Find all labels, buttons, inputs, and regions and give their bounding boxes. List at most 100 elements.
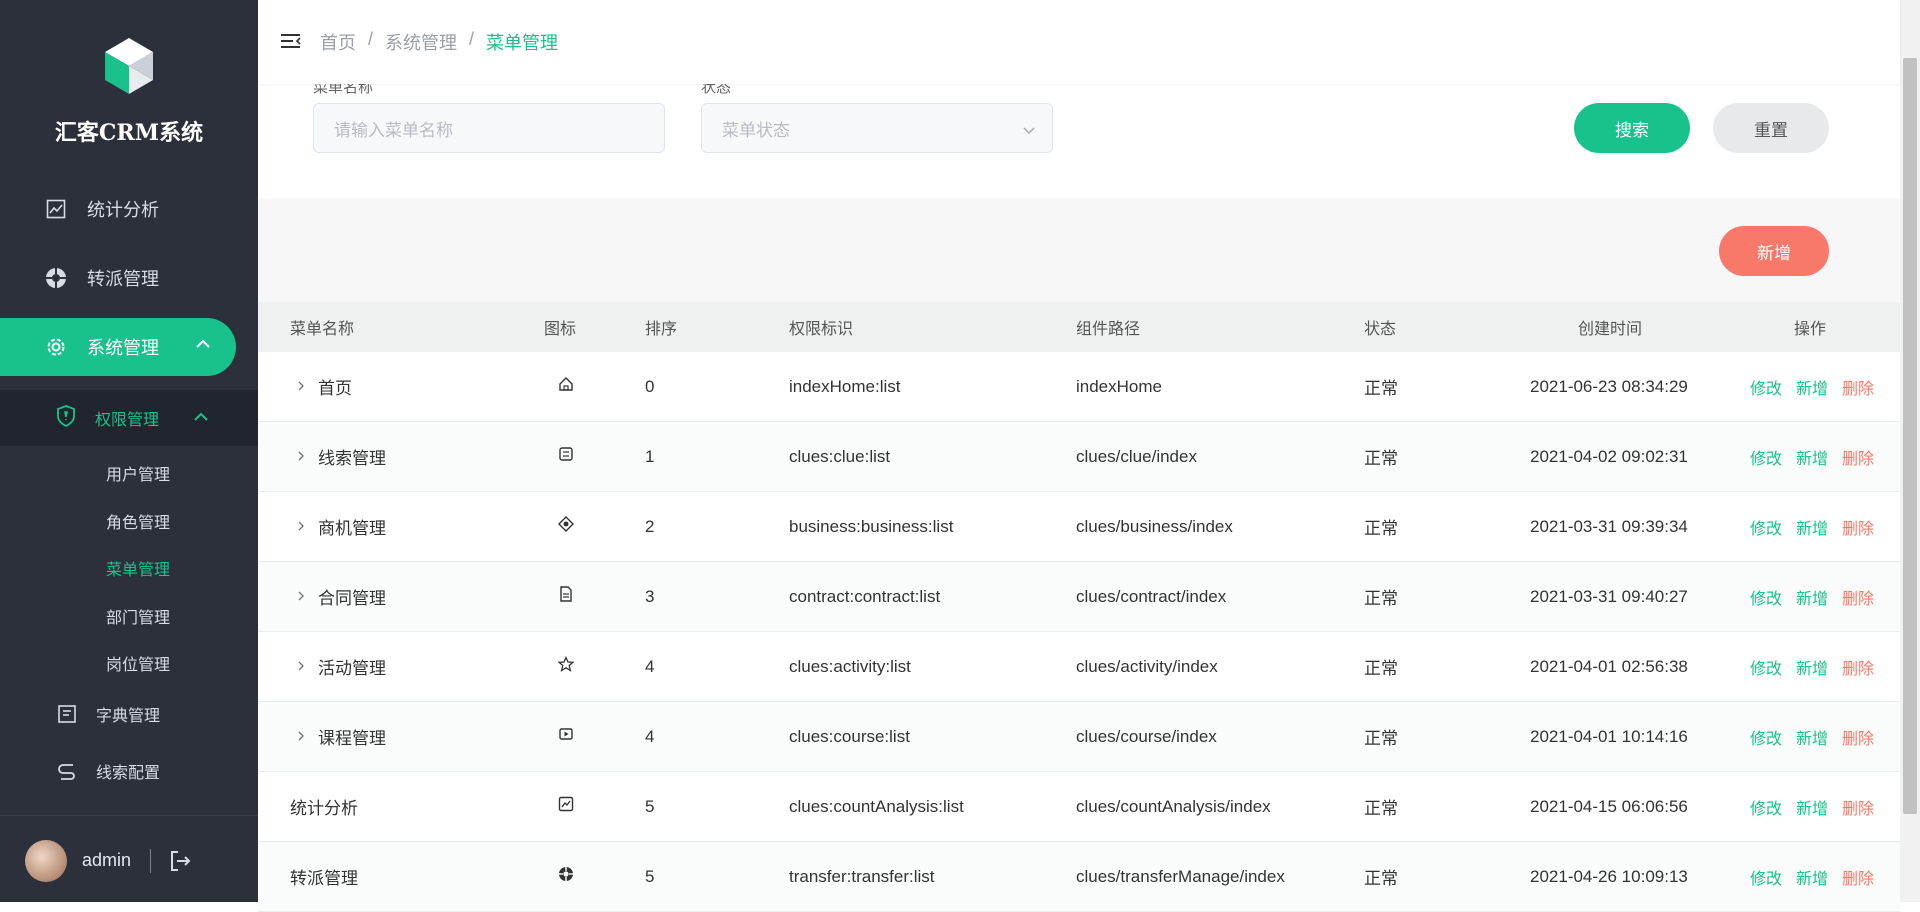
cell-name: 线索管理 [296,422,386,491]
cell-path: indexHome [1076,376,1162,396]
chevron-right-icon[interactable] [296,589,306,605]
status-select[interactable]: 菜单状态 [701,103,1053,153]
sidebar-subitem-positions[interactable]: 岗位管理 [106,651,170,675]
cell-path: clues/clue/index [1076,446,1197,466]
breadcrumb-system[interactable]: 系统管理 [385,29,457,55]
cell-name: 课程管理 [296,702,386,771]
add-child-link[interactable]: 新增 [1796,375,1828,399]
username: admin [82,850,132,870]
sidebar-item-label: 系统管理 [87,338,159,358]
chevron-right-icon[interactable] [296,729,306,745]
header-status: 状态 [1364,321,1397,338]
cell-icon [548,632,575,701]
chevron-right-icon[interactable] [296,449,306,465]
divider [150,849,151,873]
header-path: 组件路径 [1076,321,1141,338]
add-child-link[interactable]: 新增 [1796,585,1828,609]
logo: 汇客CRM系统 [0,36,258,147]
sidebar-subitem-roles[interactable]: 角色管理 [106,509,170,533]
cell-ops: 修改 新增 删除 [1750,492,1874,561]
cell-sort: 4 [645,656,655,676]
aperture-icon [558,866,574,887]
sidebar-subitem-departments[interactable]: 部门管理 [106,604,170,628]
menu-name: 首页 [318,379,352,398]
breadcrumb-home[interactable]: 首页 [320,29,356,55]
sidebar-subitem-menus[interactable]: 菜单管理 [106,556,170,580]
breadcrumb-separator: / [469,29,475,49]
cell-time: 2021-04-26 10:09:13 [1530,866,1688,886]
target-icon [558,516,574,537]
search-button[interactable]: 搜索 [1574,103,1690,153]
menu-name-input[interactable]: 请输入菜单名称 [313,103,665,153]
scroll-thumb[interactable] [1903,58,1917,814]
add-child-link[interactable]: 新增 [1796,515,1828,539]
delete-link[interactable]: 删除 [1842,725,1874,749]
sidebar-item-transfer[interactable]: 转派管理 [0,249,258,307]
edit-link[interactable]: 修改 [1750,795,1782,819]
chevron-right-icon[interactable] [296,659,306,675]
cell-path: clues/course/index [1076,726,1217,746]
scrollbar[interactable] [1900,0,1920,902]
sidebar-item-statistics[interactable]: 统计分析 [0,180,258,238]
dictionary-icon [56,703,78,725]
cell-status: 正常 [1364,379,1398,398]
edit-link[interactable]: 修改 [1750,865,1782,889]
table-row: 首页 0 indexHome:list indexHome 正常 2021-06… [258,352,1900,422]
cell-name: 商机管理 [296,492,386,561]
add-child-link[interactable]: 新增 [1796,865,1828,889]
cell-sort: 4 [645,726,655,746]
sidebar-submenu-label: 权限管理 [95,412,160,429]
cell-name: 首页 [296,352,352,421]
add-child-link[interactable]: 新增 [1796,795,1828,819]
cell-sort: 3 [645,586,655,606]
edit-link[interactable]: 修改 [1750,655,1782,679]
reset-button[interactable]: 重置 [1713,103,1829,153]
aperture-icon [45,267,67,289]
sidebar-submenu-permissions[interactable]: 权限管理 [0,390,258,446]
sidebar-item-dictionary[interactable]: 字典管理 [0,689,258,739]
add-child-link[interactable]: 新增 [1796,655,1828,679]
delete-link[interactable]: 删除 [1842,515,1874,539]
add-child-link[interactable]: 新增 [1796,445,1828,469]
edit-link[interactable]: 修改 [1750,725,1782,749]
cell-time: 2021-04-15 06:06:56 [1530,796,1688,816]
delete-link[interactable]: 删除 [1842,795,1874,819]
table-row: 线索管理 1 clues:clue:list clues/clue/index … [258,422,1900,492]
cell-path: clues/business/index [1076,516,1233,536]
search-form: 菜单名称 请输入菜单名称 状态 菜单状态 搜索 重置 [258,79,1900,198]
cell-perm: clues:activity:list [789,656,911,676]
clue-icon [558,446,574,467]
chevron-up-icon [194,335,212,358]
avatar[interactable] [25,840,67,882]
sidebar-subitem-users[interactable]: 用户管理 [106,461,170,485]
cell-icon [548,352,574,421]
edit-link[interactable]: 修改 [1750,515,1782,539]
edit-link[interactable]: 修改 [1750,585,1782,609]
edit-link[interactable]: 修改 [1750,445,1782,469]
delete-link[interactable]: 删除 [1842,865,1874,889]
chevron-right-icon[interactable] [296,519,306,535]
logout-icon[interactable] [168,849,192,878]
cell-ops: 修改 新增 删除 [1750,702,1874,771]
table-header: 菜单名称 图标 排序 权限标识 组件路径 状态 创建时间 操作 [258,302,1900,352]
sidebar-item-system[interactable]: 系统管理 [0,318,236,376]
menu-collapse-icon[interactable] [280,32,302,57]
breadcrumb-current: 菜单管理 [486,33,559,53]
add-child-link[interactable]: 新增 [1796,725,1828,749]
delete-link[interactable]: 删除 [1842,375,1874,399]
chevron-right-icon[interactable] [296,379,306,395]
cell-status: 正常 [1364,729,1398,748]
table-row: 活动管理 4 clues:activity:list clues/activit… [258,632,1900,702]
delete-link[interactable]: 删除 [1842,655,1874,679]
edit-link[interactable]: 修改 [1750,375,1782,399]
delete-link[interactable]: 删除 [1842,585,1874,609]
cell-time: 2021-03-31 09:40:27 [1530,586,1688,606]
cell-time: 2021-04-02 09:02:31 [1530,446,1688,466]
logo-icon [105,38,153,94]
delete-link[interactable]: 删除 [1842,445,1874,469]
header-icon: 图标 [544,321,577,338]
cell-status: 正常 [1364,799,1398,818]
sidebar-item-clue-config[interactable]: 线索配置 [0,746,258,796]
add-button[interactable]: 新增 [1719,226,1829,276]
cell-sort: 0 [645,376,655,396]
